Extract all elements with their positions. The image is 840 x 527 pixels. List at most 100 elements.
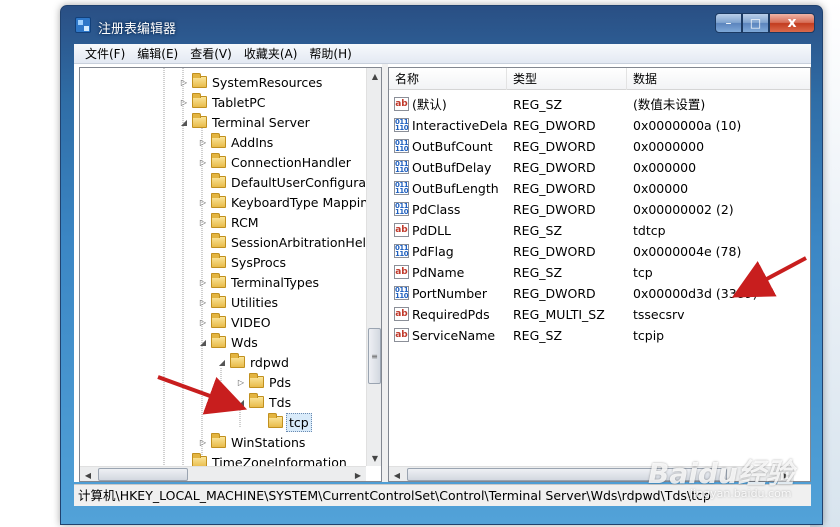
expand-arrow-icon[interactable]: ▷: [197, 158, 209, 167]
scroll-left-icon[interactable]: ◀: [389, 467, 405, 481]
open-folder-icon: [192, 113, 207, 128]
registry-tree[interactable]: ▷ SystemResources ▷ TabletPC ◢ Terminal …: [79, 67, 382, 482]
minimize-button[interactable]: –: [715, 13, 742, 33]
value-row-outbufdelay[interactable]: 011 110 OutBufDelay REG_DWORD 0x000000: [389, 157, 810, 178]
value-row-outbuflength[interactable]: 011 110 OutBufLength REG_DWORD 0x00000: [389, 178, 810, 199]
tree-item-label: TabletPC: [212, 94, 266, 110]
tree-item-rdpwd[interactable]: ◢ rdpwd: [216, 352, 291, 372]
regedit-app-icon: [75, 17, 91, 33]
value-type: REG_DWORD: [513, 202, 596, 217]
expand-arrow-icon[interactable]: ▷: [197, 278, 209, 287]
column-header-name[interactable]: 名称: [389, 68, 507, 90]
folder-icon: [211, 173, 226, 188]
value-type: REG_SZ: [513, 223, 563, 238]
value-name: InteractiveDelay: [412, 118, 507, 133]
value-data: 0x0000000a (10): [633, 118, 742, 133]
collapse-arrow-icon[interactable]: ◢: [216, 358, 228, 367]
expand-arrow-icon[interactable]: ▷: [197, 318, 209, 327]
value-type: REG_DWORD: [513, 139, 596, 154]
close-icon: x: [787, 15, 797, 31]
tree-item-sysprocs[interactable]: SysProcs: [197, 252, 288, 272]
value-row-pdclass[interactable]: 011 110 PdClass REG_DWORD 0x00000002 (2): [389, 199, 810, 220]
collapse-arrow-icon[interactable]: ◢: [197, 338, 209, 347]
tree-item-tabletpc[interactable]: ▷ TabletPC: [178, 92, 268, 112]
expand-arrow-icon[interactable]: ▷: [178, 98, 190, 107]
tree-item-keyboardtype-mapping[interactable]: ▷ KeyboardType Mappin: [197, 192, 370, 212]
expand-arrow-icon[interactable]: ▷: [197, 198, 209, 207]
value-data: 0x000000: [633, 160, 697, 175]
tree-item-defaultuserconfiguration[interactable]: DefaultUserConfigurat: [197, 172, 373, 192]
column-header-type[interactable]: 类型: [507, 68, 627, 90]
value-row-default[interactable]: ab (默认) REG_SZ (数值未设置): [389, 94, 810, 115]
tree-item-systemresources[interactable]: ▷ SystemResources: [178, 72, 324, 92]
folder-icon: [211, 233, 226, 248]
value-row-portnumber[interactable]: 011 110 PortNumber REG_DWORD 0x00000d3d (…: [389, 283, 810, 304]
tree-item-connectionhandler[interactable]: ▷ ConnectionHandler: [197, 152, 353, 172]
collapse-arrow-icon[interactable]: ◢: [178, 118, 190, 127]
menu-edit[interactable]: 编辑(E): [131, 45, 184, 62]
expand-arrow-icon[interactable]: ▷: [197, 298, 209, 307]
tree-item-pds[interactable]: ▷ Pds: [235, 372, 293, 392]
menu-favorites[interactable]: 收藏夹(A): [238, 45, 304, 62]
value-row-servicename[interactable]: ab ServiceName REG_SZ tcpip: [389, 325, 810, 346]
tree-item-sessionarbitrationhelper[interactable]: SessionArbitrationHelp: [197, 232, 376, 252]
value-row-outbufcount[interactable]: 011 110 OutBufCount REG_DWORD 0x0000000: [389, 136, 810, 157]
close-button[interactable]: x: [769, 13, 815, 33]
tree-item-winstations[interactable]: ▷ WinStations: [197, 432, 307, 452]
value-row-requiredpds[interactable]: ab RequiredPds REG_MULTI_SZ tssecsrv: [389, 304, 810, 325]
tree-item-label: KeyboardType Mappin: [231, 194, 369, 210]
folder-icon: [211, 133, 226, 148]
value-name: ServiceName: [412, 328, 496, 343]
menu-view[interactable]: 查看(V): [184, 45, 238, 62]
value-name: (默认): [412, 97, 447, 112]
expand-arrow-icon[interactable]: ▷: [197, 138, 209, 147]
value-type: REG_DWORD: [513, 286, 596, 301]
tree-item-tds[interactable]: ◢ Tds: [235, 392, 293, 412]
scroll-right-icon[interactable]: ▶: [350, 467, 366, 481]
value-row-interactivedelay[interactable]: 011 110 InteractiveDelay REG_DWORD 0x0000…: [389, 115, 810, 136]
tree-item-label: Tds: [269, 394, 292, 410]
value-list[interactable]: 名称 类型 数据 ab (默认) REG_SZ (数值未设置) 011 110 I…: [388, 67, 811, 482]
expand-arrow-icon[interactable]: ▷: [235, 378, 247, 387]
column-header-data[interactable]: 数据: [627, 68, 810, 90]
tree-item-utilities[interactable]: ▷ Utilities: [197, 292, 280, 312]
tree-item-tcp-selected[interactable]: tcp: [254, 412, 312, 432]
tree-item-label: Utilities: [231, 294, 279, 310]
maximize-button[interactable]: □: [742, 13, 769, 33]
value-type: REG_DWORD: [513, 118, 596, 133]
tree-item-wds[interactable]: ◢ Wds: [197, 332, 260, 352]
value-data: 0x00000: [633, 181, 689, 196]
menu-file[interactable]: 文件(F): [79, 45, 131, 62]
value-data: tcpip: [633, 328, 665, 343]
value-row-pdflag[interactable]: 011 110 PdFlag REG_DWORD 0x0000004e (78): [389, 241, 810, 262]
value-type: REG_DWORD: [513, 181, 596, 196]
tree-item-label: RCM: [231, 214, 259, 230]
tree-item-video[interactable]: ▷ VIDEO: [197, 312, 273, 332]
scroll-up-icon[interactable]: ▲: [367, 68, 381, 84]
value-row-pdname[interactable]: ab PdName REG_SZ tcp: [389, 262, 810, 283]
binary-value-icon: 011 110: [394, 160, 409, 174]
value-row-pddll[interactable]: ab PdDLL REG_SZ tdtcp: [389, 220, 810, 241]
value-name: OutBufLength: [412, 181, 499, 196]
menu-help[interactable]: 帮助(H): [303, 45, 357, 62]
expand-arrow-icon[interactable]: ▷: [197, 438, 209, 447]
value-name: PdFlag: [412, 244, 454, 259]
string-value-icon: ab: [394, 265, 409, 279]
folder-icon: [211, 313, 226, 328]
tree-item-terminal-server[interactable]: ◢ Terminal Server: [178, 112, 312, 132]
tree-item-terminaltypes[interactable]: ▷ TerminalTypes: [197, 272, 321, 292]
expand-arrow-icon[interactable]: ▷: [197, 218, 209, 227]
value-type: REG_SZ: [513, 265, 563, 280]
scroll-left-icon[interactable]: ◀: [80, 467, 96, 481]
collapse-arrow-icon[interactable]: ◢: [235, 398, 247, 407]
tree-item-addins[interactable]: ▷ AddIns: [197, 132, 275, 152]
value-data: tdtcp: [633, 223, 666, 238]
value-type: REG_MULTI_SZ: [513, 307, 605, 322]
scroll-thumb[interactable]: ≡: [368, 328, 381, 384]
tree-horizontal-scrollbar[interactable]: ◀ ▶: [80, 466, 366, 481]
scroll-down-icon[interactable]: ▼: [367, 450, 381, 466]
tree-vertical-scrollbar[interactable]: ▲ ≡ ▼: [366, 68, 381, 466]
expand-arrow-icon[interactable]: ▷: [178, 78, 190, 87]
tree-item-rcm[interactable]: ▷ RCM: [197, 212, 261, 232]
scroll-thumb[interactable]: [98, 468, 188, 481]
